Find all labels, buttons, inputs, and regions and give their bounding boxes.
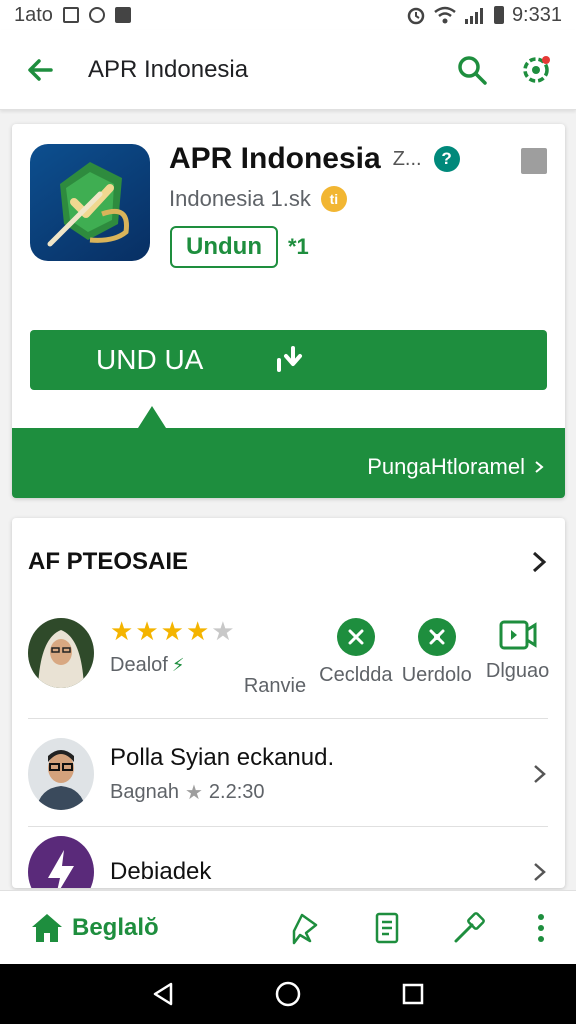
more-vert-icon[interactable]	[536, 913, 546, 943]
settings-button[interactable]	[516, 50, 556, 90]
band-link[interactable]: PungaHtloramel	[367, 454, 545, 480]
sync-icon	[88, 7, 105, 23]
section-title: AF PTEOSAIE	[28, 548, 189, 575]
download-icon	[277, 346, 303, 372]
app-notification-icon	[114, 7, 131, 23]
wifi-icon	[434, 6, 456, 24]
chevron-right-icon	[535, 461, 544, 473]
chevron-right-icon	[534, 863, 546, 881]
list-item-title: Polla Syian eckanud.	[110, 743, 335, 771]
search-button[interactable]	[452, 50, 492, 90]
list-item-title: Debiadek	[110, 858, 212, 885]
band-link-label: PungaHtloramel	[367, 454, 525, 479]
chevron-right-icon	[532, 551, 547, 573]
install-label: UND UA	[96, 344, 204, 375]
back-arrow-icon	[28, 58, 53, 81]
stat-label: Uerdolo	[401, 664, 472, 686]
app-name-extra: Z...	[392, 147, 422, 170]
man-glasses-avatar-icon	[28, 738, 94, 810]
list-item-value: 2.2:30	[208, 780, 265, 803]
developer-name[interactable]: Indonesia 1.sk	[169, 186, 311, 212]
system-navigation	[0, 964, 576, 1024]
stat-uerdolo[interactable]: Uerdolo	[396, 618, 477, 687]
star-icon: ★	[135, 616, 159, 646]
rating-label: Dealof	[110, 654, 168, 676]
install-button[interactable]: UND UA	[30, 330, 547, 390]
avatar	[28, 836, 94, 888]
list-item[interactable]: Debiadek	[28, 832, 548, 888]
video-icon	[499, 620, 537, 650]
star-empty-icon: ★	[211, 616, 235, 646]
rating-row: ★ ★ ★ ★ ★ Dealof ⚡ Ranvie Cecldda Uerdol…	[28, 618, 558, 698]
leaf-x-icon	[417, 618, 456, 656]
stat-label: Ranvie	[243, 675, 307, 697]
band-pointer	[138, 406, 166, 428]
section-header[interactable]: AF PTEOSAIE	[28, 542, 548, 582]
home-circle-icon[interactable]	[274, 980, 302, 1008]
home-icon	[32, 913, 62, 942]
nav-home-label: Beglalŏ	[72, 913, 159, 941]
status-time: 9:331	[511, 3, 562, 26]
shield-check-icon	[47, 162, 129, 247]
stat-cecldda[interactable]: Cecldda	[315, 618, 396, 687]
app-bar-title: APR Indonesia	[88, 55, 249, 83]
document-icon[interactable]	[372, 911, 402, 945]
battery-icon	[493, 6, 504, 24]
pin-icon[interactable]	[288, 911, 322, 945]
divider	[28, 718, 548, 719]
star-icon: ★	[110, 616, 134, 646]
chevron-right-icon	[534, 765, 546, 783]
notification-icon	[62, 7, 79, 23]
undun-chip[interactable]: Undun	[170, 226, 278, 268]
app-name: APR Indonesia	[169, 142, 381, 175]
alarm-icon	[407, 7, 425, 25]
status-left-text: 1ato	[14, 3, 53, 26]
star-icon: ★	[160, 616, 184, 646]
bookmark-checkbox[interactable]	[521, 148, 547, 174]
avatar	[28, 618, 94, 688]
list-item[interactable]: Polla Syian eckanud. Bagnah ★ 2.2:30	[28, 734, 548, 814]
app-logo	[30, 144, 150, 261]
signal-icon	[464, 8, 483, 24]
back-triangle-icon[interactable]	[149, 980, 177, 1008]
back-button[interactable]	[20, 50, 60, 90]
app-header-card: APR Indonesia Z... ? Indonesia 1.sk ti U…	[12, 124, 565, 498]
recents-square-icon[interactable]	[399, 980, 427, 1008]
nav-home[interactable]: Beglalŏ	[30, 912, 159, 944]
stat-ranvie[interactable]: Ranvie	[235, 618, 316, 698]
stat-label: Cecldda	[319, 664, 393, 686]
lightning-icon	[48, 850, 74, 888]
search-icon	[458, 55, 487, 85]
hijab-woman-avatar-icon	[28, 618, 94, 688]
bottom-navigation: Beglalŏ	[0, 890, 576, 964]
age-rating-badge: ti	[320, 186, 347, 212]
chat-x-icon	[336, 618, 375, 656]
chip-extra: *1	[287, 234, 309, 259]
avatar	[28, 738, 94, 810]
star-icon: ★	[185, 616, 210, 646]
list-item-sub: Bagnah	[110, 780, 179, 803]
verified-badge-icon: ?	[433, 146, 460, 172]
status-bar: 1ato 9:331	[0, 0, 576, 30]
star-icon: ★	[184, 781, 203, 804]
stat-dlguao[interactable]: Dlguao	[477, 618, 558, 683]
details-card: AF PTEOSAIE ★ ★ ★ ★ ★ Dealof ⚡ Ranvie Ce…	[12, 518, 565, 888]
app-bar: APR Indonesia	[0, 30, 576, 110]
stat-label: Dlguao	[485, 660, 550, 682]
bolt-icon: ⚡	[171, 655, 185, 675]
divider	[28, 826, 548, 827]
settings-icon	[523, 55, 550, 83]
tool-icon[interactable]	[452, 911, 486, 945]
star-rating: ★ ★ ★ ★ ★	[110, 618, 235, 644]
